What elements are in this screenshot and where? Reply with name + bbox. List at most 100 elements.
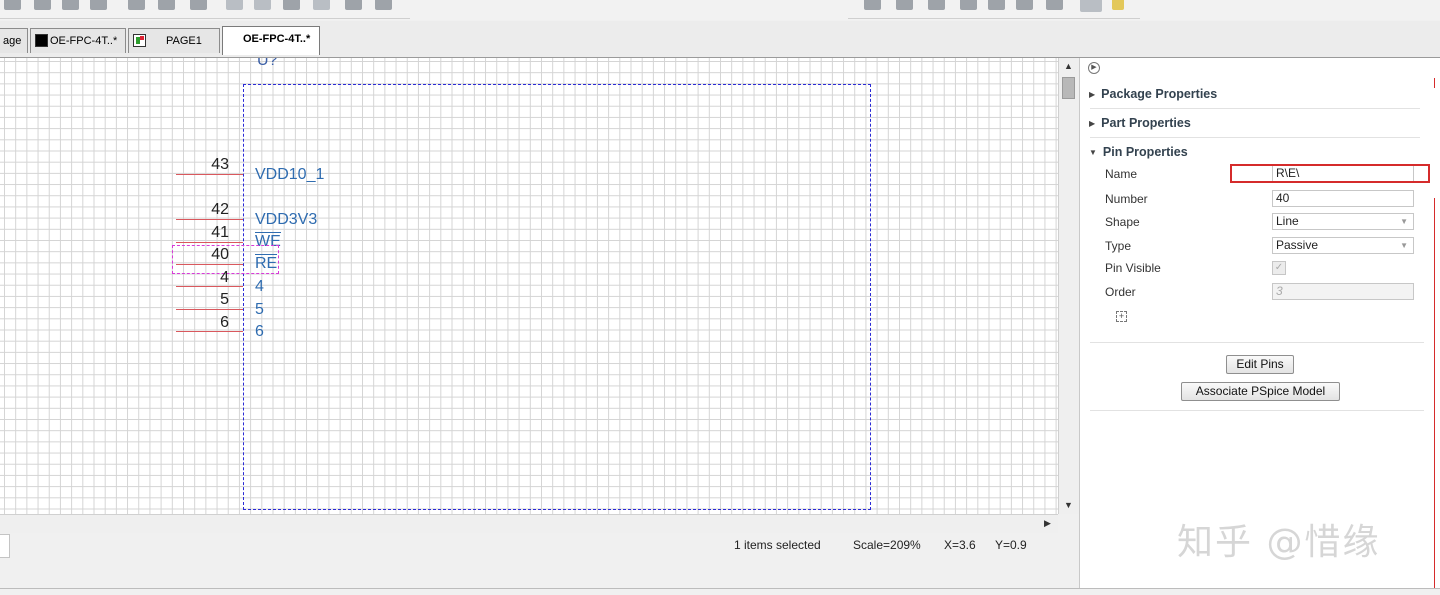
watermark: 知乎 @惜缘 xyxy=(1177,522,1381,563)
divider xyxy=(1090,410,1424,411)
pin-number: 4 xyxy=(220,269,229,286)
pin-line[interactable] xyxy=(176,219,243,220)
pin-line[interactable] xyxy=(176,174,243,175)
note-icon[interactable] xyxy=(1112,0,1124,10)
pin-number: 41 xyxy=(211,224,229,241)
scroll-down-icon[interactable]: ▼ xyxy=(1064,500,1073,510)
align-top-icon[interactable] xyxy=(960,0,977,10)
pin-line[interactable] xyxy=(176,309,243,310)
highlight-marker xyxy=(1434,198,1435,588)
horizontal-scrollbar[interactable]: ▶ xyxy=(0,514,1058,533)
part-reference[interactable]: U? xyxy=(257,58,277,70)
pin-name: 5 xyxy=(255,301,264,318)
snap-grid-icon[interactable] xyxy=(1080,0,1102,12)
pin-name: VDD10_1 xyxy=(255,166,325,183)
pin-number: 5 xyxy=(220,291,229,308)
pin-number: 43 xyxy=(211,156,229,173)
part-body[interactable] xyxy=(243,84,871,510)
toolbar-tool-icon[interactable] xyxy=(375,0,392,10)
tab-package[interactable]: age xyxy=(0,28,28,53)
status-selection-count: 1 items selected xyxy=(734,538,821,552)
pin-line[interactable] xyxy=(176,242,243,243)
vertical-scrollbar[interactable]: ▲ ▼ xyxy=(1058,58,1079,514)
toolbar-divider xyxy=(0,18,410,19)
divider xyxy=(1090,108,1420,109)
tab-part-editor[interactable]: OE-FPC-4T..* xyxy=(222,26,320,55)
panel-options-icon[interactable]: ▶ xyxy=(1088,62,1100,74)
toolbar-tool-icon[interactable] xyxy=(190,0,207,10)
divider xyxy=(1090,342,1424,343)
scrollbar-thumb[interactable] xyxy=(1062,77,1075,99)
tab-bar: age OE-FPC-4T..* PAGE1 OE-FPC-4T..* xyxy=(0,21,1440,58)
page-icon xyxy=(133,34,146,47)
property-panel: ▶ ▶ Package Properties ▶ Part Properties ▼… xyxy=(1079,58,1440,588)
status-bar: 1 items selected Scale=209% X=3.6 Y=0.9 xyxy=(0,533,1078,558)
pin-number: 6 xyxy=(220,314,229,331)
scroll-right-icon[interactable]: ▶ xyxy=(1044,518,1051,529)
schematic-canvas[interactable]: U? 43 VDD10_1 42 VDD3V3 41 WE 40 RE 4 4 … xyxy=(0,58,1058,514)
align-center-icon[interactable] xyxy=(896,0,913,10)
toolbar-tool-icon[interactable] xyxy=(62,0,79,10)
chevron-down-icon: ▼ xyxy=(1400,241,1408,250)
divider xyxy=(1090,137,1420,138)
type-value: Passive xyxy=(1276,238,1319,252)
schematic-icon xyxy=(35,34,48,47)
collapse-icon: ▼ xyxy=(1089,148,1097,157)
distribute-icon[interactable] xyxy=(1016,0,1033,10)
align-right-icon[interactable] xyxy=(928,0,945,10)
toolbar-tool-icon[interactable] xyxy=(283,0,300,10)
toolbar-tool-icon[interactable] xyxy=(90,0,107,10)
pin-visible-label: Pin Visible xyxy=(1105,261,1161,275)
tab-page1[interactable]: PAGE1 xyxy=(128,28,220,53)
status-x-coordinate: X=3.6 xyxy=(944,538,976,552)
shape-value: Line xyxy=(1276,214,1299,228)
tab-label: OE-FPC-4T..* xyxy=(50,35,118,47)
status-y-coordinate: Y=0.9 xyxy=(995,538,1027,552)
command-input[interactable] xyxy=(0,534,10,558)
toolbar-tool-icon[interactable] xyxy=(34,0,51,10)
section-pin-properties[interactable]: ▼ Pin Properties xyxy=(1089,145,1188,159)
toolbar-tool-icon[interactable] xyxy=(345,0,362,10)
shape-label: Shape xyxy=(1105,215,1140,229)
align-middle-icon[interactable] xyxy=(988,0,1005,10)
number-label: Number xyxy=(1105,192,1148,206)
toolbar-divider xyxy=(848,18,1140,19)
pin-name: 6 xyxy=(255,323,264,340)
tab-schematic[interactable]: OE-FPC-4T..* xyxy=(30,28,126,53)
section-title: Part Properties xyxy=(1101,116,1191,130)
distribute-vertical-icon[interactable] xyxy=(1046,0,1063,10)
expand-icon: ▶ xyxy=(1089,90,1096,99)
add-property-icon[interactable]: + xyxy=(1116,311,1127,322)
type-label: Type xyxy=(1105,239,1132,253)
order-label: Order xyxy=(1105,285,1136,299)
toolbar-tool-icon[interactable] xyxy=(254,0,271,10)
chevron-down-icon: ▼ xyxy=(1400,217,1408,226)
toolbar-tool-icon[interactable] xyxy=(313,0,330,10)
pin-type-select[interactable]: Passive ▼ xyxy=(1272,237,1414,254)
pin-number-field[interactable]: 40 xyxy=(1272,190,1414,207)
highlight-marker xyxy=(1434,78,1435,88)
associate-pspice-model-button[interactable]: Associate PSpice Model xyxy=(1181,382,1340,401)
status-scale: Scale=209% xyxy=(853,538,921,552)
tab-label: OE-FPC-4T..* xyxy=(243,33,311,45)
pin-number: 42 xyxy=(211,201,229,218)
toolbar-tool-icon[interactable] xyxy=(128,0,145,10)
name-label: Name xyxy=(1105,167,1138,181)
pin-name: VDD3V3 xyxy=(255,211,318,228)
tab-label: PAGE1 xyxy=(166,35,202,47)
section-title: Pin Properties xyxy=(1102,145,1188,159)
section-part-properties[interactable]: ▶ Part Properties xyxy=(1089,116,1191,130)
toolbar-tool-icon[interactable] xyxy=(4,0,21,10)
pin-order-field: 3 xyxy=(1272,283,1414,300)
toolbar-tool-icon[interactable] xyxy=(226,0,243,10)
toolbar-tool-icon[interactable] xyxy=(158,0,175,10)
edit-pins-button[interactable]: Edit Pins xyxy=(1226,355,1294,374)
pin-visible-checkbox[interactable]: ✓ xyxy=(1272,261,1286,275)
window-bottom-border xyxy=(0,588,1440,589)
pin-shape-select[interactable]: Line ▼ xyxy=(1272,213,1414,230)
expand-icon: ▶ xyxy=(1089,119,1096,128)
scroll-up-icon[interactable]: ▲ xyxy=(1064,61,1073,71)
align-left-icon[interactable] xyxy=(864,0,881,10)
section-package-properties[interactable]: ▶ Package Properties xyxy=(1089,87,1217,101)
toolbar xyxy=(0,0,1440,20)
